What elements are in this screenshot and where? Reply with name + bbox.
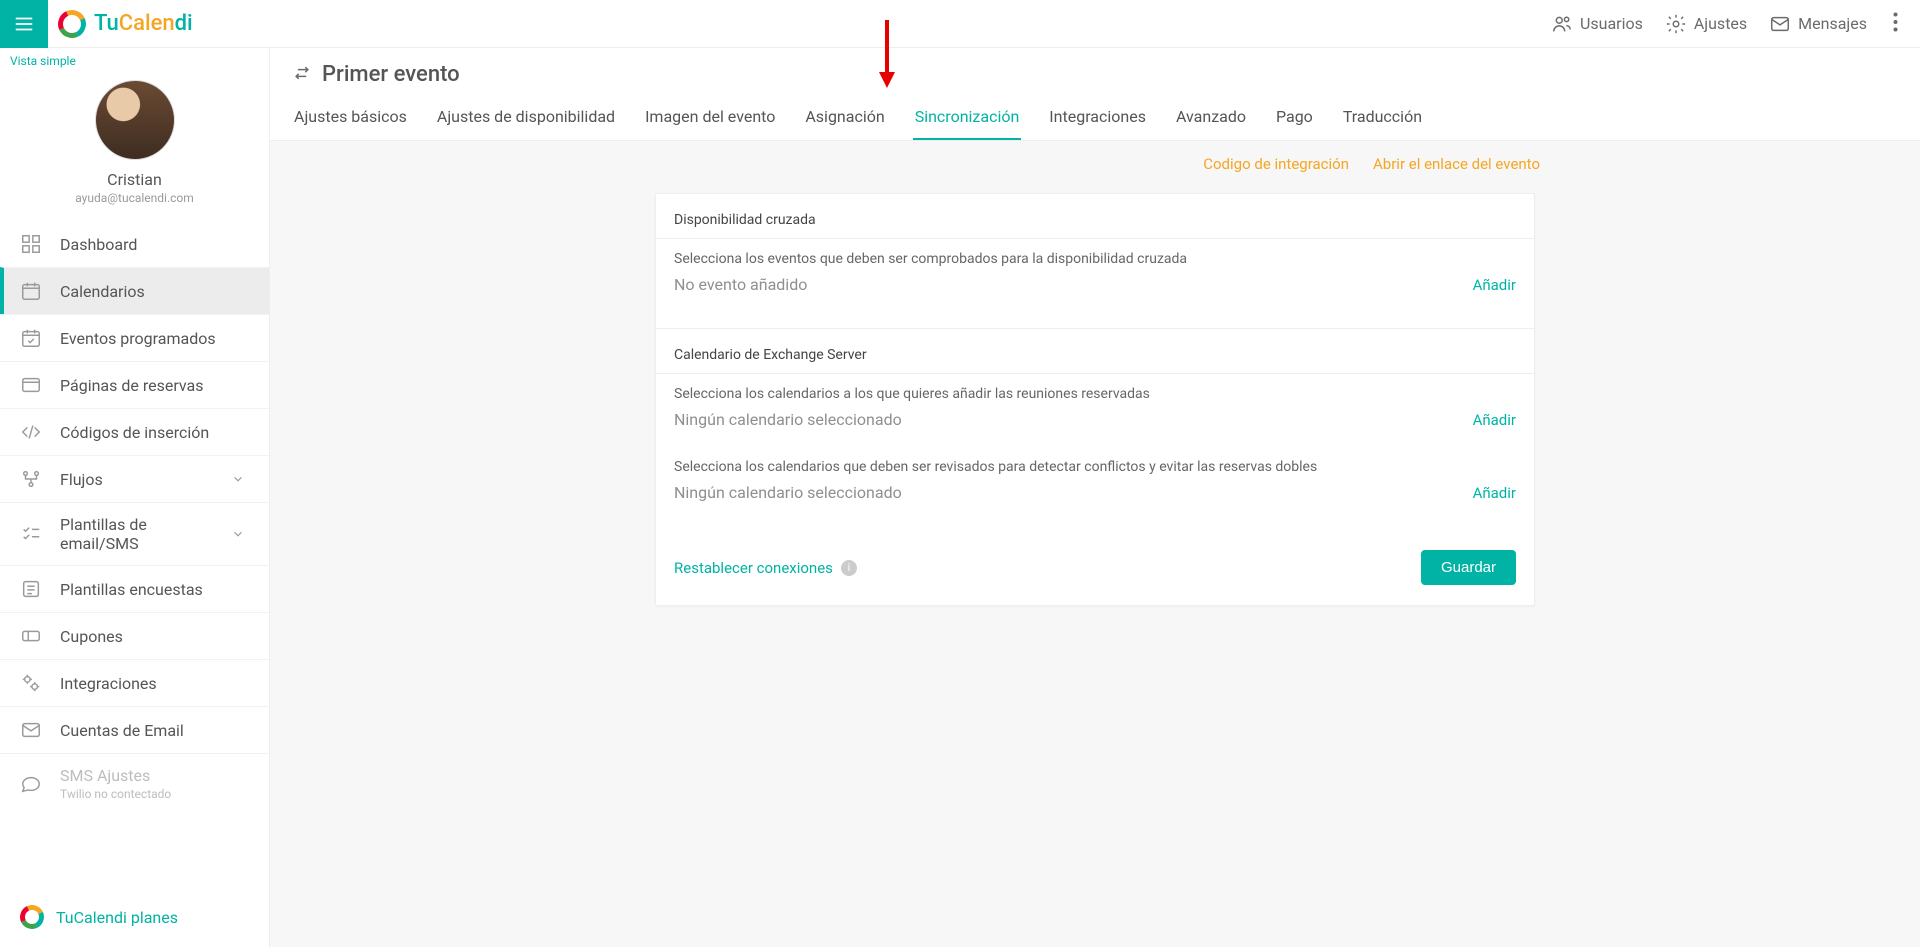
- logo[interactable]: TuCalendi: [48, 10, 193, 38]
- sidebar-item-sms[interactable]: SMS Ajustes Twilio no contectado: [0, 753, 269, 813]
- envelope-icon: [1769, 13, 1791, 35]
- settings-label: Ajustes: [1694, 14, 1747, 33]
- sidebar-item-plantillas-email[interactable]: Plantillas de email/SMS: [0, 502, 269, 565]
- grid-icon: [20, 233, 42, 255]
- sidebar-item-eventos[interactable]: Eventos programados: [0, 314, 269, 361]
- sidebar-item-label: Integraciones: [60, 674, 157, 693]
- sidebar-item-flujos[interactable]: Flujos: [0, 455, 269, 502]
- sidebar-item-integraciones[interactable]: Integraciones: [0, 659, 269, 706]
- sidebar-item-label: Cuentas de Email: [60, 721, 184, 740]
- users-icon: [1551, 13, 1573, 35]
- ticket-icon: [20, 625, 42, 647]
- logo-icon: [58, 10, 86, 38]
- sidebar-item-label: Códigos de inserción: [60, 423, 209, 442]
- codigo-integracion-link[interactable]: Codigo de integración: [1203, 155, 1349, 173]
- tab-disponibilidad[interactable]: Ajustes de disponibilidad: [435, 97, 617, 140]
- sidebar: Vista simple Cristian ayuda@tucalendi.co…: [0, 48, 270, 947]
- hamburger-button[interactable]: [0, 0, 48, 48]
- sidebar-item-cupones[interactable]: Cupones: [0, 612, 269, 659]
- tab-traduccion[interactable]: Traducción: [1341, 97, 1424, 140]
- tabs: Ajustes básicos Ajustes de disponibilida…: [292, 97, 1898, 140]
- avatar[interactable]: [95, 80, 175, 160]
- empty-exchange-add: Ningún calendario seleccionado: [674, 410, 902, 429]
- add-cruzada-button[interactable]: Añadir: [1473, 276, 1516, 294]
- add-exchange-add-button[interactable]: Añadir: [1473, 411, 1516, 429]
- logo-icon: [20, 905, 44, 929]
- hint-exchange-check: Selecciona los calendarios que deben ser…: [674, 459, 1516, 475]
- gears-icon: [20, 672, 42, 694]
- nav: Dashboard Calendarios Eventos programado…: [0, 217, 269, 813]
- topbar-right: Usuarios Ajustes Mensajes: [1551, 6, 1920, 42]
- card-footer: Restablecer conexiones i Guardar: [656, 536, 1534, 605]
- sidebar-item-label: Flujos: [60, 470, 103, 489]
- kebab-menu[interactable]: [1889, 6, 1902, 42]
- profile-email: ayuda@tucalendi.com: [0, 191, 269, 205]
- hamburger-icon: [13, 13, 35, 35]
- sync-card: Disponibilidad cruzada Selecciona los ev…: [655, 193, 1535, 606]
- planes-label: TuCalendi planes: [56, 908, 178, 927]
- window-icon: [20, 374, 42, 396]
- tab-avanzado[interactable]: Avanzado: [1174, 97, 1248, 140]
- checklist-icon: [20, 523, 42, 545]
- sidebar-item-label: Plantillas de email/SMS: [60, 515, 209, 553]
- sidebar-item-label: Páginas de reservas: [60, 376, 203, 395]
- sidebar-item-cuentas-email[interactable]: Cuentas de Email: [0, 706, 269, 753]
- empty-cruzada: No evento añadido: [674, 275, 807, 294]
- messages-link[interactable]: Mensajes: [1769, 13, 1867, 35]
- empty-exchange-check: Ningún calendario seleccionado: [674, 483, 902, 502]
- profile-block: Cristian ayuda@tucalendi.com: [0, 72, 269, 217]
- sidebar-item-label: SMS Ajustes Twilio no contectado: [60, 766, 171, 801]
- page-title: Primer evento: [322, 62, 460, 87]
- planes-link[interactable]: TuCalendi planes: [0, 887, 269, 947]
- sidebar-item-codigos[interactable]: Códigos de inserción: [0, 408, 269, 455]
- survey-icon: [20, 578, 42, 600]
- tab-integraciones[interactable]: Integraciones: [1047, 97, 1148, 140]
- sidebar-item-label: Cupones: [60, 627, 123, 646]
- section-title-cruzada: Disponibilidad cruzada: [656, 194, 1534, 239]
- chat-icon: [20, 773, 42, 795]
- calendar-icon: [20, 280, 42, 302]
- sidebar-item-label: Eventos programados: [60, 329, 216, 348]
- users-label: Usuarios: [1580, 14, 1643, 33]
- logo-text: TuCalendi: [94, 11, 193, 36]
- sidebar-item-dashboard[interactable]: Dashboard: [0, 221, 269, 267]
- profile-name: Cristian: [0, 170, 269, 189]
- topbar: TuCalendi Usuarios Ajustes Mensajes: [0, 0, 1920, 48]
- users-link[interactable]: Usuarios: [1551, 13, 1643, 35]
- section-title-exchange: Calendario de Exchange Server: [656, 328, 1534, 374]
- action-links: Codigo de integración Abrir el enlace de…: [270, 141, 1920, 187]
- main: Primer evento Ajustes básicos Ajustes de…: [270, 48, 1920, 947]
- page-header: Primer evento Ajustes básicos Ajustes de…: [270, 48, 1920, 141]
- sidebar-item-calendarios[interactable]: Calendarios: [0, 267, 269, 314]
- sidebar-item-label: Calendarios: [60, 282, 145, 301]
- chevron-down-icon: [227, 472, 249, 486]
- hint-exchange-add: Selecciona los calendarios a los que qui…: [674, 386, 1516, 402]
- kebab-icon: [1893, 12, 1898, 32]
- sidebar-item-plantillas-encuestas[interactable]: Plantillas encuestas: [0, 565, 269, 612]
- flow-icon: [20, 468, 42, 490]
- sidebar-item-label: Plantillas encuestas: [60, 580, 203, 599]
- calendar-check-icon: [20, 327, 42, 349]
- tab-asignacion[interactable]: Asignación: [803, 97, 886, 140]
- messages-label: Mensajes: [1798, 14, 1867, 33]
- reset-connections-link[interactable]: Restablecer conexiones i: [674, 559, 857, 577]
- tab-imagen[interactable]: Imagen del evento: [643, 97, 777, 140]
- tab-pago[interactable]: Pago: [1274, 97, 1315, 140]
- add-exchange-check-button[interactable]: Añadir: [1473, 484, 1516, 502]
- vista-simple-link[interactable]: Vista simple: [0, 48, 269, 72]
- sidebar-item-paginas[interactable]: Páginas de reservas: [0, 361, 269, 408]
- abrir-enlace-link[interactable]: Abrir el enlace del evento: [1373, 155, 1540, 173]
- code-icon: [20, 421, 42, 443]
- tab-sincronizacion[interactable]: Sincronización: [913, 97, 1022, 140]
- tab-basicos[interactable]: Ajustes básicos: [292, 97, 409, 140]
- info-icon: i: [841, 560, 857, 576]
- chevron-down-icon: [227, 527, 249, 541]
- sidebar-item-label: Dashboard: [60, 235, 137, 254]
- envelope-icon: [20, 719, 42, 741]
- hint-cruzada: Selecciona los eventos que deben ser com…: [674, 251, 1516, 267]
- save-button[interactable]: Guardar: [1421, 550, 1516, 585]
- swap-icon: [292, 63, 312, 87]
- settings-link[interactable]: Ajustes: [1665, 13, 1747, 35]
- gear-icon: [1665, 13, 1687, 35]
